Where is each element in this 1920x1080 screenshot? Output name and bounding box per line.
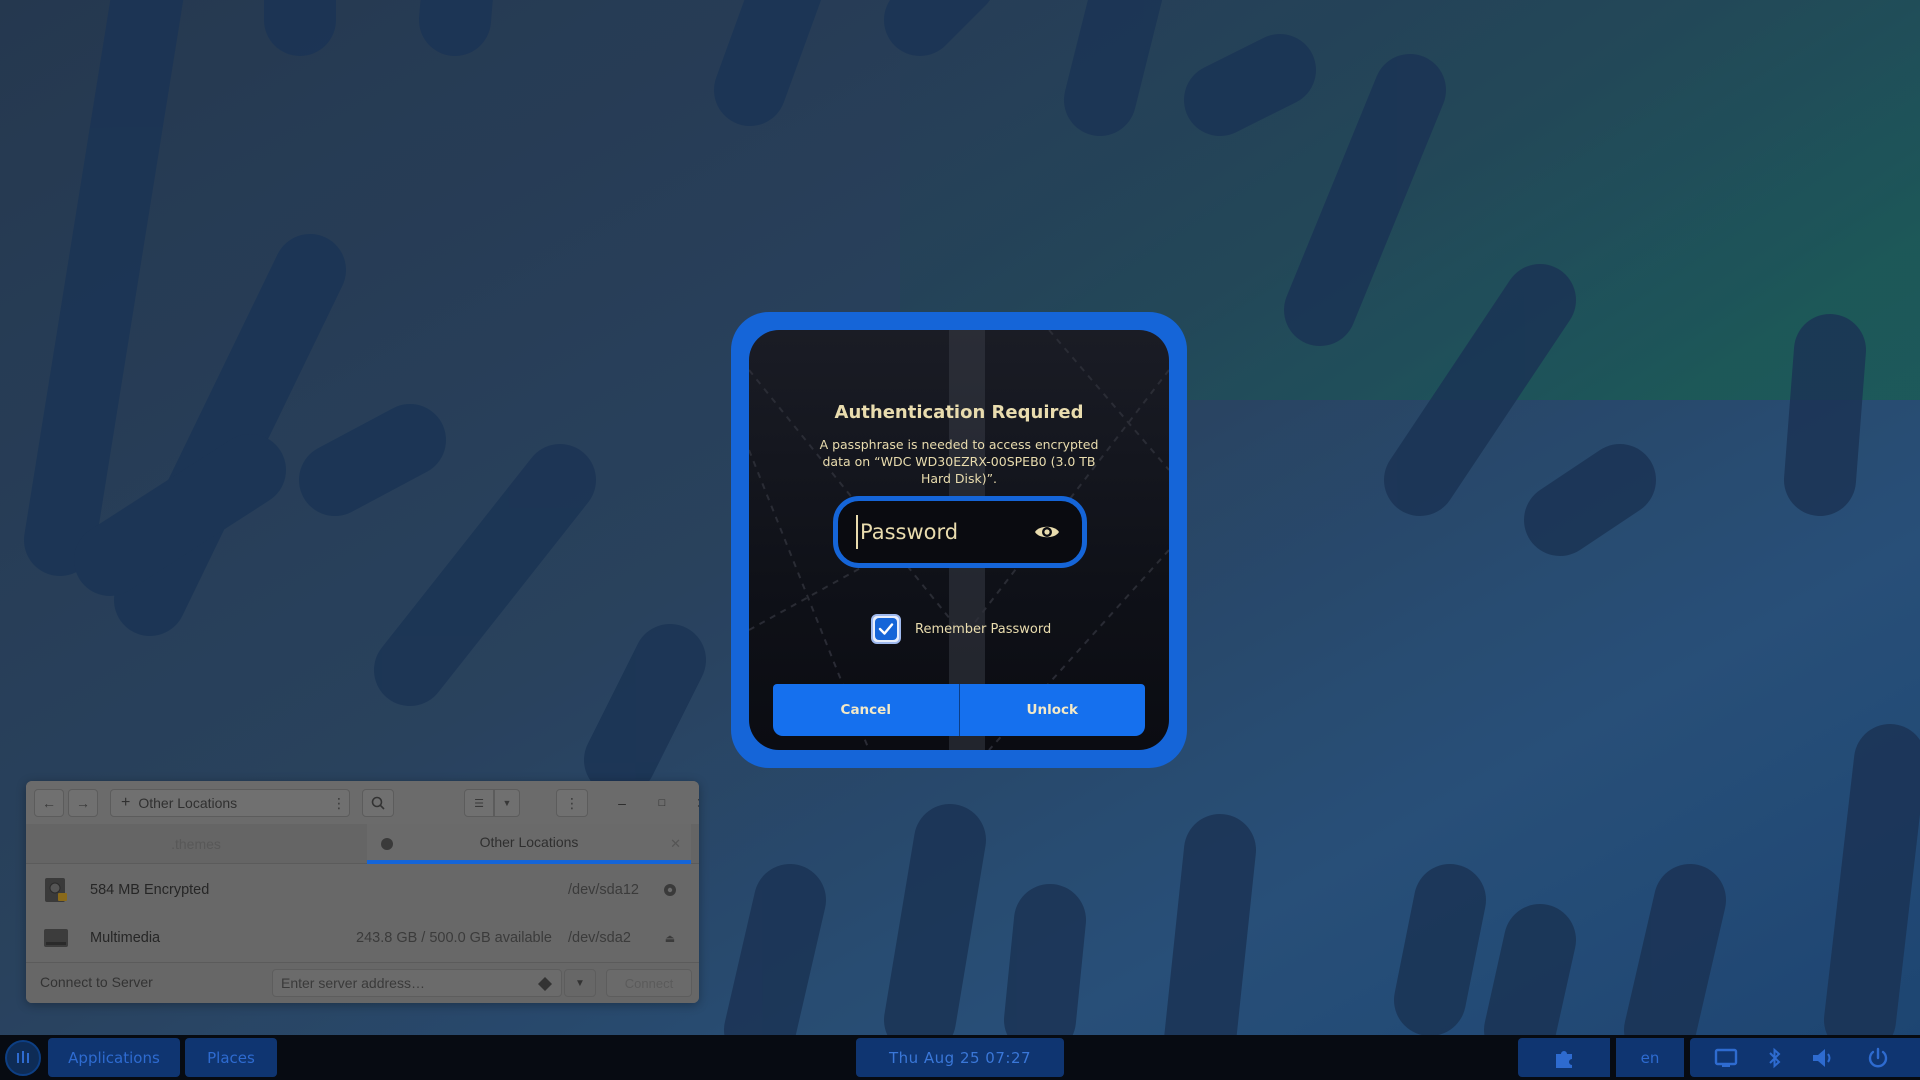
vertical-dots-icon: ⋮	[332, 794, 346, 811]
authentication-dialog: Authentication Required A passphrase is …	[731, 312, 1187, 768]
search-icon	[371, 796, 385, 810]
encrypted-drive-icon	[45, 878, 67, 902]
forward-arrow-icon: →	[76, 795, 90, 811]
location-label: Other Locations	[138, 795, 238, 811]
tab-other-locations[interactable]: Other Locations ✕	[367, 824, 691, 864]
password-input[interactable]	[856, 515, 1026, 549]
display-icon[interactable]	[1714, 1048, 1738, 1068]
main-menu-button[interactable]: ⋮	[556, 789, 588, 817]
power-icon[interactable]	[1866, 1046, 1890, 1070]
device-available: 243.8 GB / 500.0 GB available	[356, 930, 552, 946]
connect-button[interactable]: Connect	[606, 969, 692, 997]
show-password-eye-icon[interactable]	[1034, 523, 1060, 541]
places-menu[interactable]: Places	[185, 1038, 277, 1077]
keyboard-layout-indicator[interactable]: en	[1616, 1038, 1684, 1077]
device-row[interactable]: 584 MB Encrypted /dev/sda12	[26, 865, 699, 915]
tab-spinner-icon	[381, 838, 393, 850]
back-button[interactable]: ←	[34, 789, 64, 817]
view-list-button[interactable]: ☰	[464, 789, 494, 817]
puzzle-icon	[1556, 1050, 1572, 1068]
volume-icon[interactable]	[1810, 1047, 1836, 1069]
device-path: /dev/sda12	[568, 882, 639, 898]
server-address-help-icon[interactable]	[538, 977, 552, 991]
tab-bar: .themes Other Locations ✕	[26, 824, 699, 864]
bluetooth-icon[interactable]	[1766, 1046, 1784, 1070]
close-button[interactable]: ✕	[690, 791, 699, 815]
remember-password-row[interactable]: Remember Password	[871, 614, 1051, 644]
remember-password-label: Remember Password	[915, 621, 1052, 637]
activities-logo-icon[interactable]	[5, 1040, 41, 1076]
search-button[interactable]	[362, 789, 394, 817]
maximize-button[interactable]: □	[650, 791, 674, 815]
location-menu-button[interactable]: ⋮	[326, 789, 352, 817]
connect-to-server-label: Connect to Server	[40, 974, 153, 990]
list-view-icon: ☰	[474, 797, 484, 810]
vertical-dots-icon: ⋮	[565, 794, 579, 811]
chevron-down-icon: ▼	[502, 798, 512, 808]
drive-icon	[44, 929, 68, 947]
password-field[interactable]	[833, 496, 1087, 568]
applications-menu[interactable]: Applications	[48, 1038, 180, 1077]
tab-label: .themes	[171, 836, 221, 852]
minimize-icon: –	[618, 795, 626, 811]
minimize-button[interactable]: –	[610, 791, 634, 815]
checkmark-icon	[878, 623, 894, 635]
chevron-down-icon: ▼	[575, 977, 585, 989]
checkbox-fill	[875, 618, 897, 640]
device-row[interactable]: Multimedia 243.8 GB / 500.0 GB available…	[26, 913, 699, 963]
device-name: Multimedia	[90, 930, 161, 946]
unlock-button[interactable]: Unlock	[959, 684, 1145, 736]
dialog-message: A passphrase is needed to access encrypt…	[819, 437, 1099, 486]
dialog-buttons: Cancel Unlock	[773, 684, 1145, 736]
tab-close-icon[interactable]: ✕	[670, 836, 681, 852]
other-locations-icon: +	[121, 794, 131, 811]
extensions-button[interactable]	[1518, 1038, 1610, 1077]
file-manager-window: ← → + Other Locations ⋮ ☰ ▼ ⋮ – □ ✕ .the…	[26, 781, 699, 1003]
tab-themes[interactable]: .themes	[26, 824, 366, 864]
system-tray	[1690, 1038, 1920, 1077]
eject-icon[interactable]: ⏏	[662, 930, 678, 946]
cancel-button[interactable]: Cancel	[773, 684, 960, 736]
header-bar: ← → + Other Locations ⋮ ☰ ▼ ⋮ – □ ✕	[26, 781, 699, 824]
maximize-icon: □	[658, 797, 666, 809]
close-icon: ✕	[696, 795, 699, 812]
server-history-dropdown[interactable]: ▼	[564, 969, 596, 997]
view-options-button[interactable]: ▼	[494, 789, 520, 817]
tab-label: Other Locations	[479, 834, 579, 850]
dialog-title: Authentication Required	[834, 402, 1084, 423]
location-bar[interactable]: + Other Locations	[110, 789, 350, 817]
forward-button[interactable]: →	[68, 789, 98, 817]
back-arrow-icon: ←	[42, 795, 56, 811]
connect-to-server-bar: Connect to Server ▼ Connect	[26, 962, 699, 1003]
bottom-panel: Applications Places Thu Aug 25 07:27 en	[0, 1035, 1920, 1080]
dialog-body: Authentication Required A passphrase is …	[749, 330, 1169, 750]
device-name: 584 MB Encrypted	[90, 882, 210, 898]
unlock-icon[interactable]	[662, 882, 678, 898]
server-address-input[interactable]	[272, 969, 562, 997]
device-path: /dev/sda2	[568, 930, 631, 946]
clock[interactable]: Thu Aug 25 07:27	[856, 1038, 1064, 1077]
remember-password-checkbox[interactable]	[871, 614, 901, 644]
